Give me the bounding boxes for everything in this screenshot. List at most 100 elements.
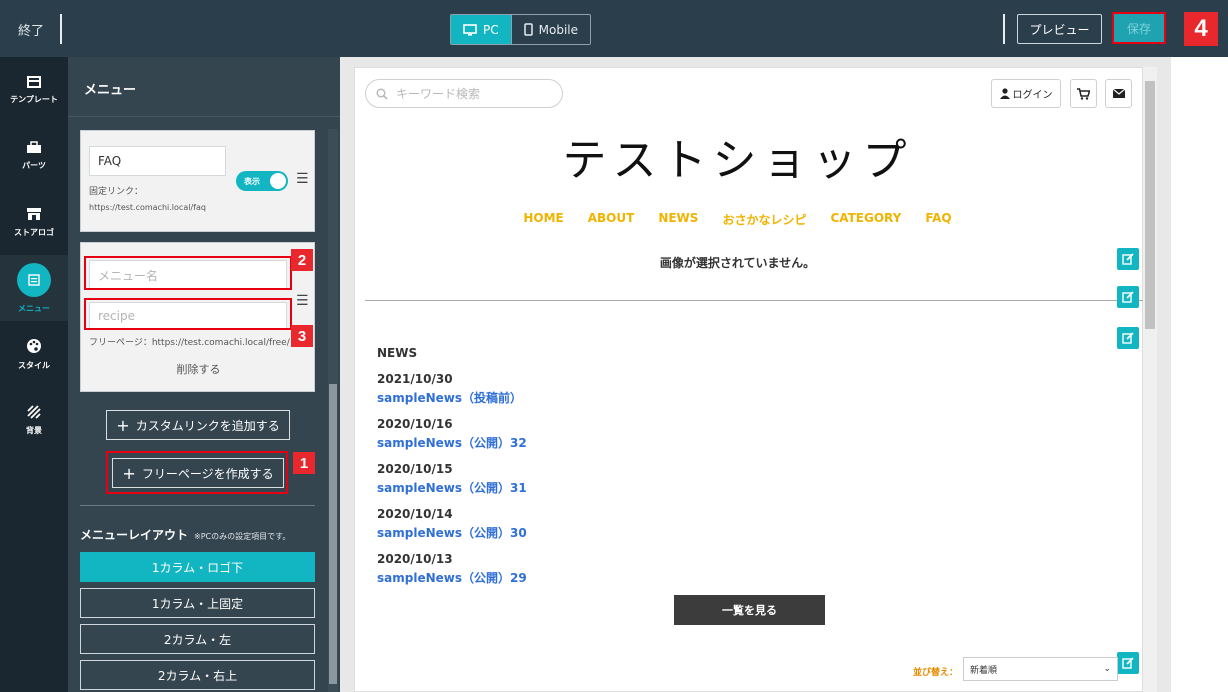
template-icon	[27, 75, 41, 88]
menu-layout-note: ※PCのみの設定項目です。	[194, 532, 291, 541]
view-all-button[interactable]: 一覧を見る	[674, 595, 825, 625]
preview-scrollbar[interactable]	[1143, 67, 1157, 692]
shop-title: テストショップ	[562, 135, 913, 186]
layout-option-1col-fixed-top[interactable]: 1カラム・上固定	[80, 588, 315, 618]
highlight-box-3	[84, 298, 292, 330]
menu-settings-panel: メニュー FAQ 固定リンク： https://test.comachi.loc…	[68, 57, 340, 692]
news-item: 2020/10/15 sampleNews（公開）31	[377, 462, 527, 496]
toggle-label: 表示	[244, 176, 260, 186]
parts-icon	[27, 141, 41, 153]
nav-store-logo[interactable]: ストアロゴ	[0, 189, 68, 255]
menu-item-card-faq: FAQ 固定リンク： https://test.comachi.local/fa…	[80, 130, 315, 232]
add-custom-link-label: カスタムリンクを追加する	[135, 418, 280, 433]
sort-select[interactable]: 新着順 ⌄	[963, 657, 1118, 681]
divider	[60, 14, 62, 44]
panel-scrollbar[interactable]	[328, 129, 338, 692]
news-title-link[interactable]: sampleNews（投稿前）	[377, 389, 522, 406]
divider	[365, 300, 1145, 301]
monitor-icon	[463, 23, 477, 36]
cart-button[interactable]	[1070, 79, 1097, 108]
device-toggle: PC Mobile	[450, 14, 591, 45]
palette-icon	[27, 338, 41, 353]
nav-menu-label: メニュー	[18, 303, 50, 313]
add-custom-link-button[interactable]: + カスタムリンクを追加する	[106, 410, 290, 440]
nav-store-logo-label: ストアロゴ	[14, 227, 54, 237]
device-pc-button[interactable]: PC	[451, 15, 511, 44]
nav-style[interactable]: スタイル	[0, 321, 68, 387]
scrollbar-thumb[interactable]	[329, 384, 337, 684]
nav-style-label: スタイル	[18, 360, 50, 370]
exit-button[interactable]: 終了	[18, 20, 44, 39]
menu-item-card-new: メニュー名 2 recipe 3 ☰ フリーページ：https://test.c…	[80, 242, 315, 392]
scrollbar-thumb[interactable]	[1145, 81, 1155, 329]
news-date: 2020/10/13	[377, 552, 453, 566]
free-page-url: フリーページ：https://test.comachi.local/free/	[89, 338, 290, 348]
nav-link-recipe[interactable]: おさかなレシピ	[722, 211, 806, 228]
search-placeholder: キーワード検索	[396, 87, 481, 101]
annotation-badge-2: 2	[291, 249, 313, 271]
news-title-link[interactable]: sampleNews（公開）29	[377, 569, 527, 586]
envelope-icon	[1112, 89, 1125, 98]
annotation-badge-1: 1	[293, 452, 315, 474]
side-icon-bar: テンプレート パーツ ストアロゴ メニュー スタイル 背景	[0, 57, 68, 692]
preview-page: キーワード検索 ログイン テストショップ HOME ABOUT NEWS おさか…	[354, 67, 1145, 692]
news-item: 2020/10/13 sampleNews（公開）29	[377, 552, 527, 586]
site-nav: HOME ABOUT NEWS おさかなレシピ CATEGORY FAQ	[355, 211, 1120, 228]
drag-handle-icon[interactable]: ☰	[296, 171, 309, 187]
highlight-box-2	[84, 256, 292, 290]
save-button[interactable]: 保存	[1112, 12, 1166, 44]
annotation-badge-4: 4	[1184, 12, 1218, 46]
preview-button[interactable]: プレビュー	[1017, 14, 1102, 44]
panel-title: メニュー	[84, 83, 137, 98]
menu-layout-heading: メニューレイアウト ※PCのみの設定項目です。	[80, 526, 290, 543]
nav-background-label: 背景	[26, 425, 42, 435]
device-pc-label: PC	[483, 22, 499, 37]
search-icon	[376, 87, 388, 100]
chevron-down-icon: ⌄	[1103, 664, 1111, 674]
highlight-box-1	[106, 451, 288, 494]
news-item: 2020/10/14 sampleNews（公開）30	[377, 507, 527, 541]
edit-icon[interactable]	[1117, 286, 1139, 308]
sort-label: 並び替え：	[913, 668, 959, 678]
login-button[interactable]: ログイン	[991, 79, 1061, 108]
nav-link-news[interactable]: NEWS	[658, 211, 698, 228]
device-mobile-label: Mobile	[538, 22, 578, 37]
news-date: 2020/10/14	[377, 507, 453, 521]
news-item: 2021/10/30 sampleNews（投稿前）	[377, 372, 522, 406]
edit-icon[interactable]	[1117, 248, 1139, 270]
news-date: 2020/10/16	[377, 417, 453, 431]
news-date: 2020/10/15	[377, 462, 453, 476]
nav-link-about[interactable]: ABOUT	[588, 211, 635, 228]
layout-option-2col-left[interactable]: 2カラム・左	[80, 624, 315, 654]
edit-icon[interactable]	[1117, 652, 1139, 674]
login-label: ログイン	[1012, 90, 1053, 101]
layout-option-2col-right-top[interactable]: 2カラム・右上	[80, 660, 315, 690]
cart-icon	[1077, 87, 1090, 100]
device-mobile-button[interactable]: Mobile	[510, 15, 590, 44]
nav-link-category[interactable]: CATEGORY	[830, 211, 901, 228]
drag-handle-icon[interactable]: ☰	[296, 293, 309, 309]
nav-parts[interactable]: パーツ	[0, 123, 68, 189]
divider	[80, 505, 315, 506]
nav-link-home[interactable]: HOME	[523, 211, 563, 228]
fixed-link-url: https://test.comachi.local/faq	[89, 203, 206, 212]
menu-name-input[interactable]: FAQ	[89, 146, 226, 176]
news-title-link[interactable]: sampleNews（公開）32	[377, 434, 527, 451]
search-input[interactable]: キーワード検索	[365, 79, 563, 108]
top-bar: 終了 PC Mobile プレビュー 保存 4	[0, 0, 1228, 57]
nav-link-faq[interactable]: FAQ	[925, 211, 951, 228]
visibility-toggle[interactable]: 表示	[236, 171, 288, 191]
news-title-link[interactable]: sampleNews（公開）30	[377, 524, 527, 541]
delete-link[interactable]: 削除する	[81, 361, 316, 377]
nav-menu[interactable]: メニュー	[0, 255, 68, 321]
outer-scrollbar[interactable]	[1171, 57, 1181, 692]
nav-template-label: テンプレート	[10, 94, 58, 104]
news-title-link[interactable]: sampleNews（公開）31	[377, 479, 527, 496]
nav-template[interactable]: テンプレート	[0, 57, 68, 123]
contact-button[interactable]	[1105, 79, 1132, 108]
edit-icon[interactable]	[1117, 327, 1139, 349]
nav-background[interactable]: 背景	[0, 387, 68, 453]
layout-option-1col-logo-below[interactable]: 1カラム・ロゴ下	[80, 552, 315, 582]
no-image-message: 画像が選択されていません。	[659, 256, 816, 270]
news-heading: NEWS	[377, 346, 418, 360]
